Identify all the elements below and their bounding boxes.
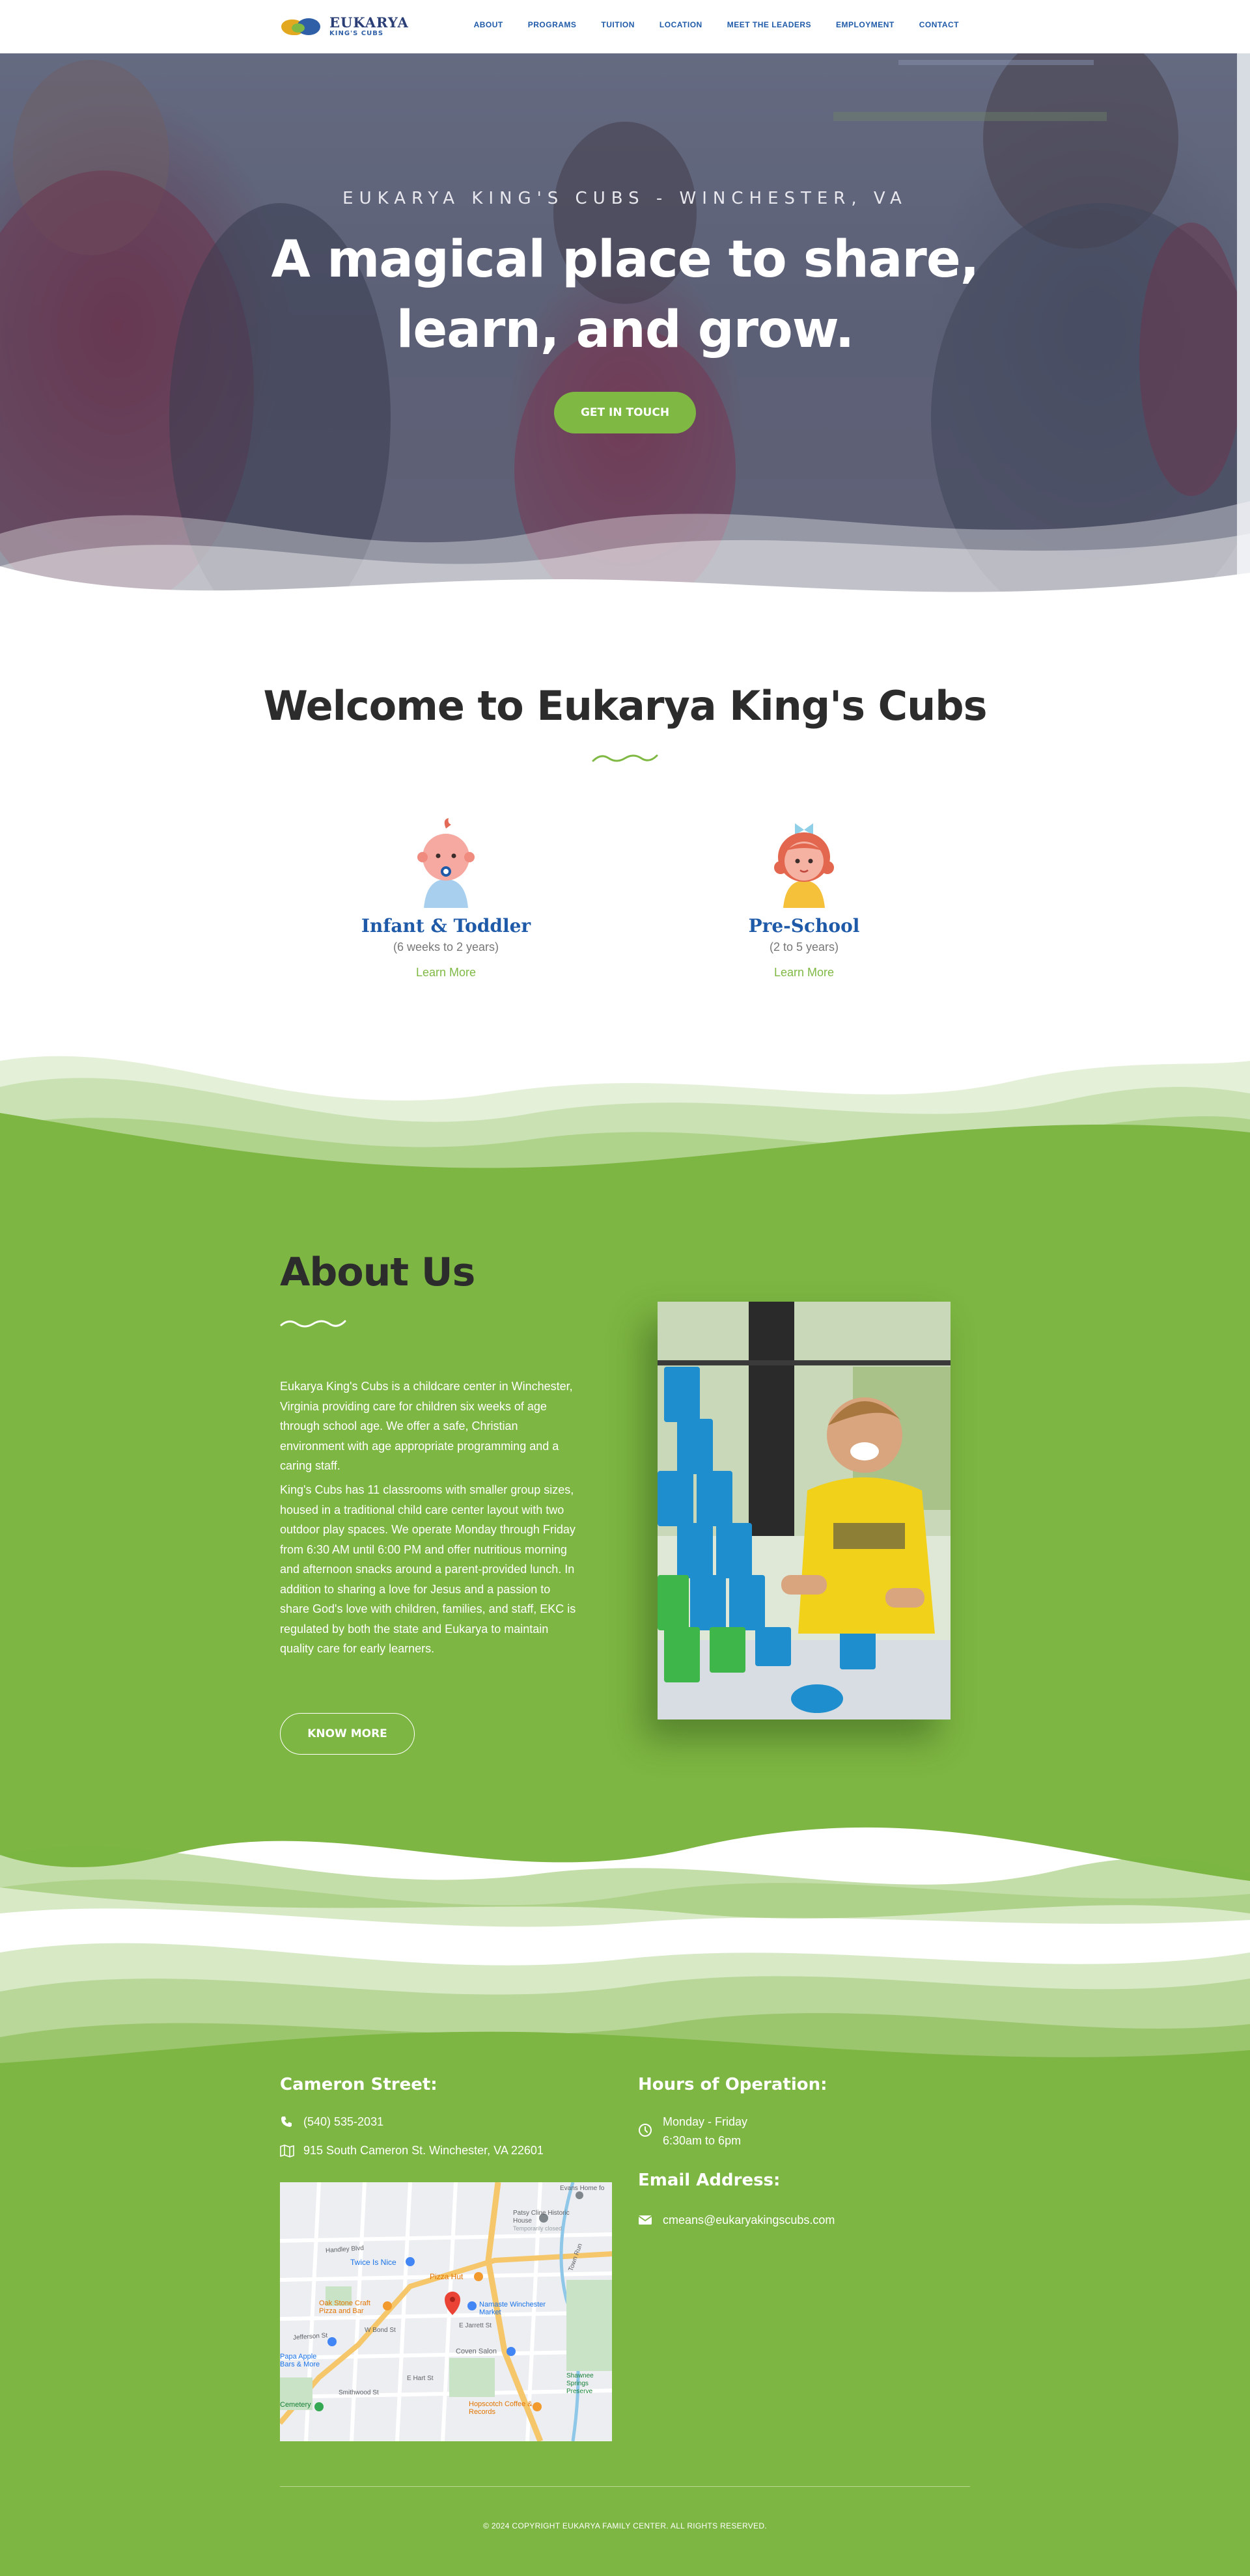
- location-map[interactable]: Patsy Cline Historic House Temporarily c…: [280, 2182, 612, 2441]
- about-paragraph-2: King's Cubs has 11 classrooms with small…: [280, 1483, 576, 1655]
- envelope-icon: [638, 2215, 652, 2225]
- logo-icon: [280, 14, 326, 38]
- map-label: Temporarily closed: [513, 2225, 562, 2232]
- email-address[interactable]: cmeans@eukaryakingscubs.com: [663, 2211, 835, 2230]
- about-section: [0, 1188, 1250, 1796]
- logo-title: EUKARYA: [329, 14, 409, 31]
- map-label: E Hart St: [407, 2375, 434, 2382]
- map-icon: [280, 2144, 294, 2158]
- about-photo: [658, 1302, 951, 1720]
- footer-divider: [280, 2486, 970, 2487]
- main-menu: ABOUT PROGRAMS TUITION LOCATION MEET THE…: [449, 20, 959, 29]
- hero-eyebrow: EUKARYA KING'S CUBS - WINCHESTER, VA: [342, 189, 908, 208]
- map-label: Coven Salon: [456, 2348, 497, 2355]
- nav-about[interactable]: ABOUT: [474, 20, 503, 29]
- copyright-text: © 2024 COPYRIGHT EUKARYA FAMILY CENTER. …: [483, 2521, 767, 2530]
- map-label: Cemetery: [280, 2401, 311, 2409]
- map-label: Twice Is Nice: [350, 2258, 396, 2267]
- map-label: Hopscotch Coffee & Records: [469, 2400, 533, 2416]
- site-logo[interactable]: EUKARYA KING'S CUBS: [280, 14, 409, 38]
- map-label: Evans Home fo: [560, 2185, 605, 2192]
- map-label: Namaste Winchester Market: [479, 2301, 546, 2316]
- hours-days: Monday - Friday: [663, 2115, 748, 2128]
- nav-tuition[interactable]: TUITION: [601, 20, 635, 29]
- about-paragraph-1: Eukarya King's Cubs is a childcare cente…: [280, 1380, 573, 1472]
- map-label: Patsy Cline Historic House: [513, 2210, 570, 2225]
- welcome-squiggle-icon: [592, 754, 658, 762]
- hours-time: 6:30am to 6pm: [663, 2134, 742, 2147]
- map-label: Smithwood St: [339, 2389, 379, 2396]
- top-navigation: EUKARYA KING'S CUBS ABOUT PROGRAMS TUITI…: [0, 0, 1250, 53]
- hours-heading: Hours of Operation:: [638, 2075, 827, 2094]
- email-heading: Email Address:: [638, 2171, 781, 2190]
- get-in-touch-button[interactable]: GET IN TOUCH: [554, 392, 696, 433]
- footer-top-wave: [0, 1943, 1250, 2076]
- green-section-top-wave: [0, 1056, 1250, 1191]
- nav-meet-the-leaders[interactable]: MEET THE LEADERS: [727, 20, 811, 29]
- know-more-button[interactable]: KNOW MORE: [280, 1713, 415, 1755]
- map-label: Pizza Hut: [430, 2272, 464, 2281]
- logo-subtitle: KING'S CUBS: [329, 29, 384, 37]
- nav-employment[interactable]: EMPLOYMENT: [836, 20, 895, 29]
- map-label: E Jarrett St: [459, 2322, 492, 2329]
- nav-location[interactable]: LOCATION: [660, 20, 702, 29]
- program-age: (6 weeks to 2 years): [393, 940, 499, 953]
- location-heading: Cameron Street:: [280, 2075, 438, 2094]
- learn-more-link-preschool[interactable]: Learn More: [774, 966, 834, 980]
- learn-more-link-infant[interactable]: Learn More: [416, 966, 476, 980]
- street-address: 915 South Cameron St. Winchester, VA 226…: [303, 2144, 544, 2157]
- program-age: (2 to 5 years): [769, 940, 839, 953]
- phone-icon: [281, 2117, 292, 2127]
- clock-icon: [639, 2124, 652, 2137]
- map-label: Oak Stone Craft Pizza and Bar: [319, 2299, 370, 2315]
- nav-contact[interactable]: CONTACT: [919, 20, 959, 29]
- about-squiggle-icon: [280, 1320, 346, 1328]
- girl-icon: [774, 823, 834, 908]
- footer-section: [0, 2073, 1250, 2576]
- welcome-heading: Welcome to Eukarya King's Cubs: [263, 682, 987, 730]
- map-label: Shawnee Springs Preserve: [566, 2372, 594, 2395]
- about-heading: About Us: [280, 1250, 475, 1295]
- program-card-infant: Infant & Toddler (6 weeks to 2 years) Le…: [316, 817, 576, 980]
- program-name: Infant & Toddler: [361, 915, 531, 937]
- program-name: Pre-School: [748, 915, 860, 937]
- program-card-preschool: Pre-School (2 to 5 years) Learn More: [674, 817, 934, 980]
- hero-wave-divider: [0, 501, 1250, 631]
- baby-icon: [417, 818, 475, 908]
- hero-title: A magical place to share, learn, and gro…: [271, 230, 980, 359]
- nav-programs[interactable]: PROGRAMS: [528, 20, 577, 29]
- map-label: W Bond St: [365, 2327, 396, 2334]
- green-section-bottom-wave: [0, 1783, 1250, 1927]
- phone-number[interactable]: (540) 535-2031: [303, 2113, 383, 2131]
- map-label: Papa Apple Bars & More: [280, 2353, 320, 2368]
